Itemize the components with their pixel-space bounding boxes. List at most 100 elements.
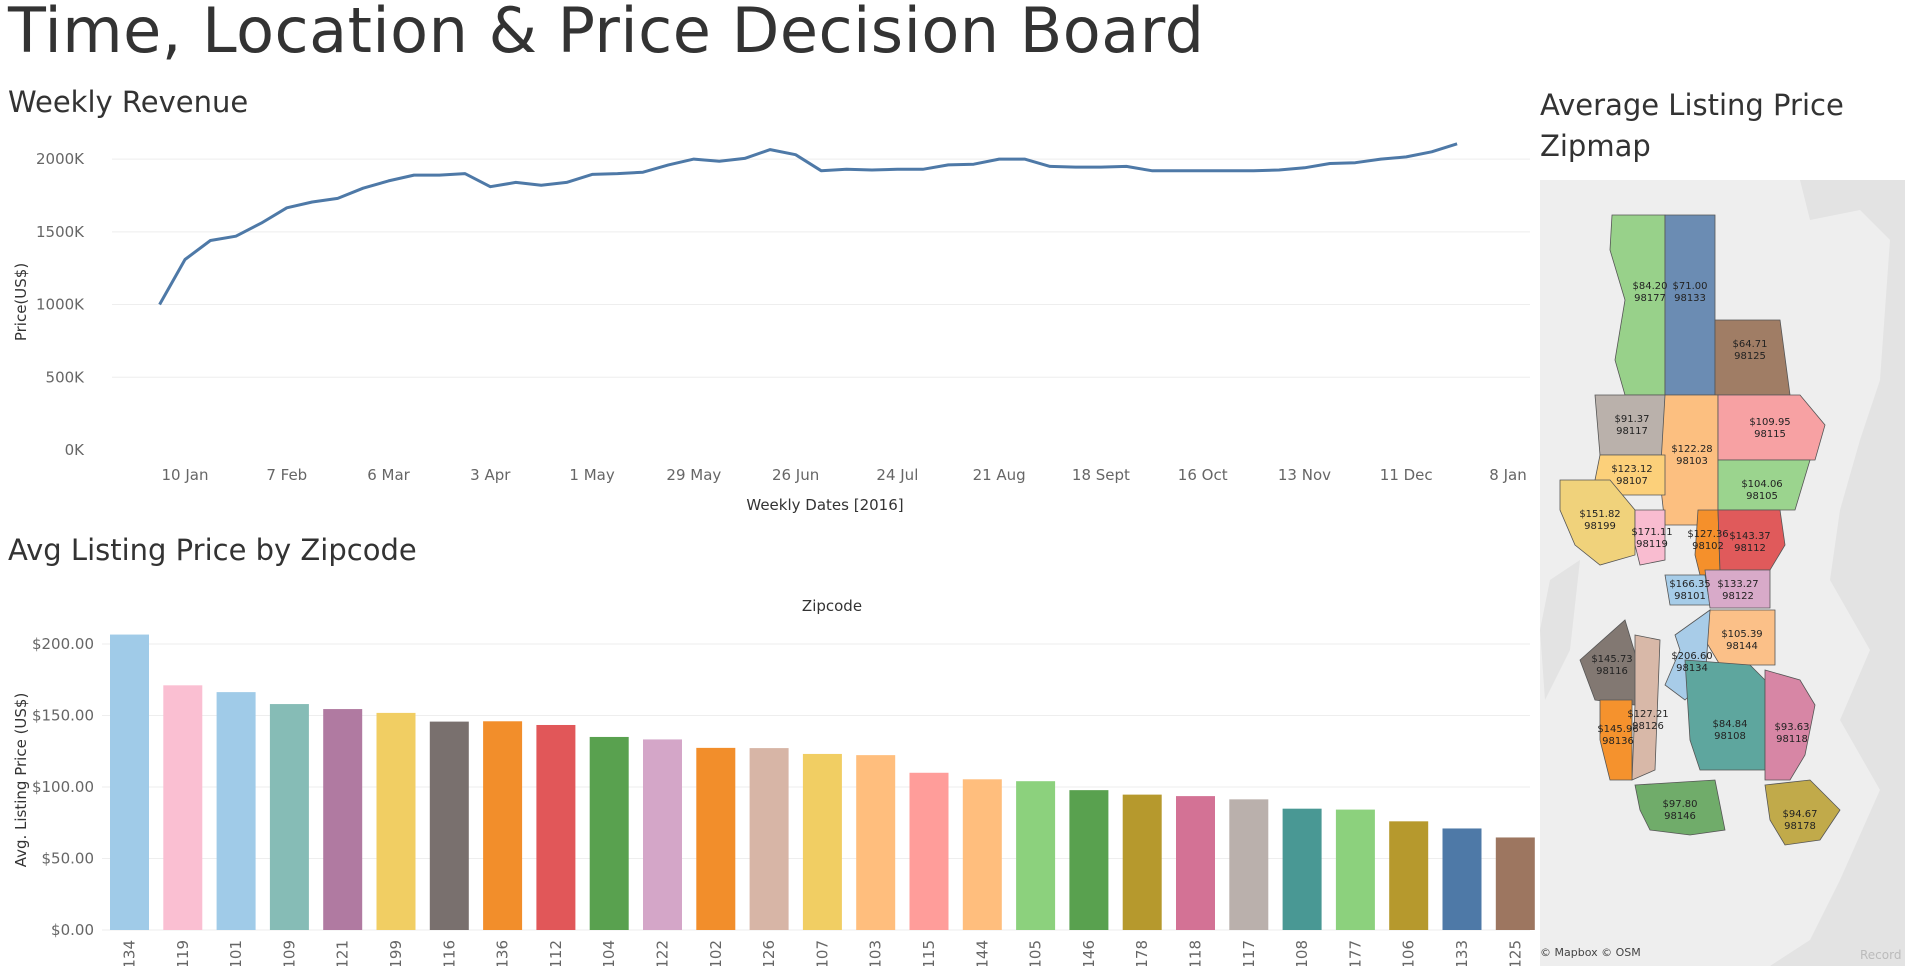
line-x-axis-label: Weekly Dates [2016] — [746, 496, 903, 514]
bar-98103[interactable] — [856, 755, 896, 930]
bar-x-tick: 98118 — [1187, 940, 1205, 966]
bar-x-tick: 98104 — [600, 940, 618, 966]
zip-region-code: 98125 — [1734, 351, 1766, 362]
line-x-tick: 11 Dec — [1380, 466, 1433, 484]
bar-98112[interactable] — [536, 724, 576, 930]
zip-region-price: $97.80 — [1663, 799, 1698, 810]
bar-98102[interactable] — [696, 747, 736, 930]
zip-region-98133[interactable] — [1664, 214, 1716, 396]
bar-98177[interactable] — [1335, 809, 1375, 930]
zip-region-code: 98177 — [1634, 293, 1666, 304]
weekly-revenue-chart[interactable]: 0K 500K 1000K 1500K 2000K 10 Jan 7 Feb 6 Mar 3 … — [0, 130, 1535, 520]
line-x-axis: 10 Jan 7 Feb 6 Mar 3 Apr 1 May 29 May 26 Jun 24… — [162, 466, 1527, 484]
bar-x-tick: 98105 — [1027, 940, 1045, 966]
bar-x-tick: 98101 — [227, 940, 245, 966]
zip-region-code: 98199 — [1584, 521, 1616, 532]
bar-x-tick: 98136 — [494, 940, 512, 966]
bar-y-tick: $100.00 — [32, 778, 94, 796]
zip-region-code: 98144 — [1726, 641, 1758, 652]
bar-y-tick: $150.00 — [32, 707, 94, 725]
zip-region-price: $145.73 — [1591, 654, 1632, 665]
bar-x-tick: 98146 — [1080, 940, 1098, 966]
zip-region-98108[interactable] — [1684, 659, 1766, 771]
line-x-tick: 6 Mar — [367, 466, 410, 484]
bar-x-tick: 98133 — [1453, 940, 1471, 966]
bar-x-tick: 98115 — [920, 940, 938, 966]
bar-98107[interactable] — [802, 753, 842, 930]
weekly-revenue-title: Weekly Revenue — [8, 85, 249, 119]
bar-98101[interactable] — [216, 692, 256, 930]
bar-y-tick: $0.00 — [51, 921, 94, 939]
line-x-tick: 7 Feb — [266, 466, 307, 484]
bar-98108[interactable] — [1282, 808, 1322, 930]
zip-region-code: 98136 — [1602, 736, 1634, 747]
line-x-tick: 3 Apr — [470, 466, 511, 484]
zip-region-code: 98101 — [1674, 591, 1706, 602]
zip-region-price: $64.71 — [1733, 339, 1768, 350]
bar-x-tick: 98108 — [1293, 940, 1311, 966]
bar-x-tick: 98122 — [654, 940, 672, 966]
bar-x-tick: 98125 — [1506, 940, 1524, 966]
bar-98146[interactable] — [1069, 790, 1109, 930]
bar-y-axis: $0.00 $50.00 $100.00 $150.00 $200.00 — [32, 635, 94, 939]
bar-98133[interactable] — [1442, 828, 1482, 930]
bar-98134[interactable] — [110, 634, 149, 930]
zip-region-code: 98105 — [1746, 491, 1778, 502]
zip-region-code: 98119 — [1636, 539, 1668, 550]
bar-x-tick: 98112 — [547, 940, 565, 966]
bar-98199[interactable] — [376, 712, 416, 930]
line-y-axis: 0K 500K 1000K 1500K 2000K — [36, 150, 85, 459]
zip-region-price: $145.96 — [1597, 724, 1638, 735]
zip-region-price: $143.37 — [1729, 531, 1770, 542]
bar-98126[interactable] — [749, 748, 789, 930]
revenue-line[interactable] — [158, 142, 1458, 306]
zip-region-price: $133.27 — [1717, 579, 1758, 590]
zipmap-title: Average Listing Price Zipmap — [1540, 88, 1844, 163]
bar-98178[interactable] — [1122, 794, 1162, 930]
zip-region-price: $84.20 — [1633, 281, 1668, 292]
zipcode-bar-chart[interactable]: Zipcode Avg. Listing Price (US$) $0.00 $5… — [0, 580, 1535, 966]
bar-chart-header: Zipcode — [802, 597, 862, 615]
bar-98109[interactable] — [269, 704, 309, 930]
line-grid — [112, 158, 1530, 378]
bar-98104[interactable] — [589, 736, 629, 930]
zip-region-price: $109.95 — [1749, 417, 1790, 428]
bar-x-tick: 98121 — [334, 940, 352, 966]
bar-98144[interactable] — [962, 779, 1002, 930]
line-y-axis-label: Price(US$) — [12, 263, 30, 341]
line-x-tick: 13 Nov — [1278, 466, 1331, 484]
line-x-tick: 21 Aug — [973, 466, 1026, 484]
bar-x-tick: 98144 — [973, 940, 991, 966]
bar-98136[interactable] — [483, 721, 523, 930]
bar-98117[interactable] — [1229, 799, 1269, 930]
bar-x-tick: 98177 — [1346, 940, 1364, 966]
zip-region-code: 98133 — [1674, 293, 1706, 304]
zip-region-code: 98146 — [1664, 811, 1696, 822]
bars — [110, 634, 1535, 930]
zip-region-98117[interactable] — [1594, 394, 1666, 456]
bar-x-tick: 98199 — [387, 940, 405, 966]
record-button[interactable]: Record — [1860, 948, 1901, 962]
bar-x-tick: 98102 — [707, 940, 725, 966]
zip-region-price: $71.00 — [1673, 281, 1708, 292]
bar-98122[interactable] — [643, 739, 682, 930]
zipmap[interactable]: $84.2098177$71.0098133$64.7198125$91.379… — [1540, 180, 1905, 966]
zip-region-price: $123.12 — [1611, 464, 1652, 475]
zip-region-code: 98107 — [1616, 476, 1648, 487]
bar-98106[interactable] — [1389, 821, 1429, 930]
zip-region-price: $93.63 — [1775, 722, 1810, 733]
bar-98116[interactable] — [429, 721, 469, 930]
zip-region-code: 98118 — [1776, 734, 1808, 745]
bar-98125[interactable] — [1495, 837, 1535, 930]
zip-region-price: $122.28 — [1671, 444, 1712, 455]
bar-x-tick: 98119 — [174, 940, 192, 966]
bar-98118[interactable] — [1176, 796, 1215, 930]
line-y-tick: 0K — [65, 441, 86, 459]
zip-region-98126[interactable] — [1631, 634, 1661, 781]
line-x-tick: 10 Jan — [162, 466, 209, 484]
bar-98119[interactable] — [163, 685, 203, 930]
bar-98115[interactable] — [909, 772, 949, 930]
bar-98121[interactable] — [323, 709, 363, 930]
bar-98105[interactable] — [1016, 781, 1056, 930]
zip-region-code: 98178 — [1784, 821, 1816, 832]
